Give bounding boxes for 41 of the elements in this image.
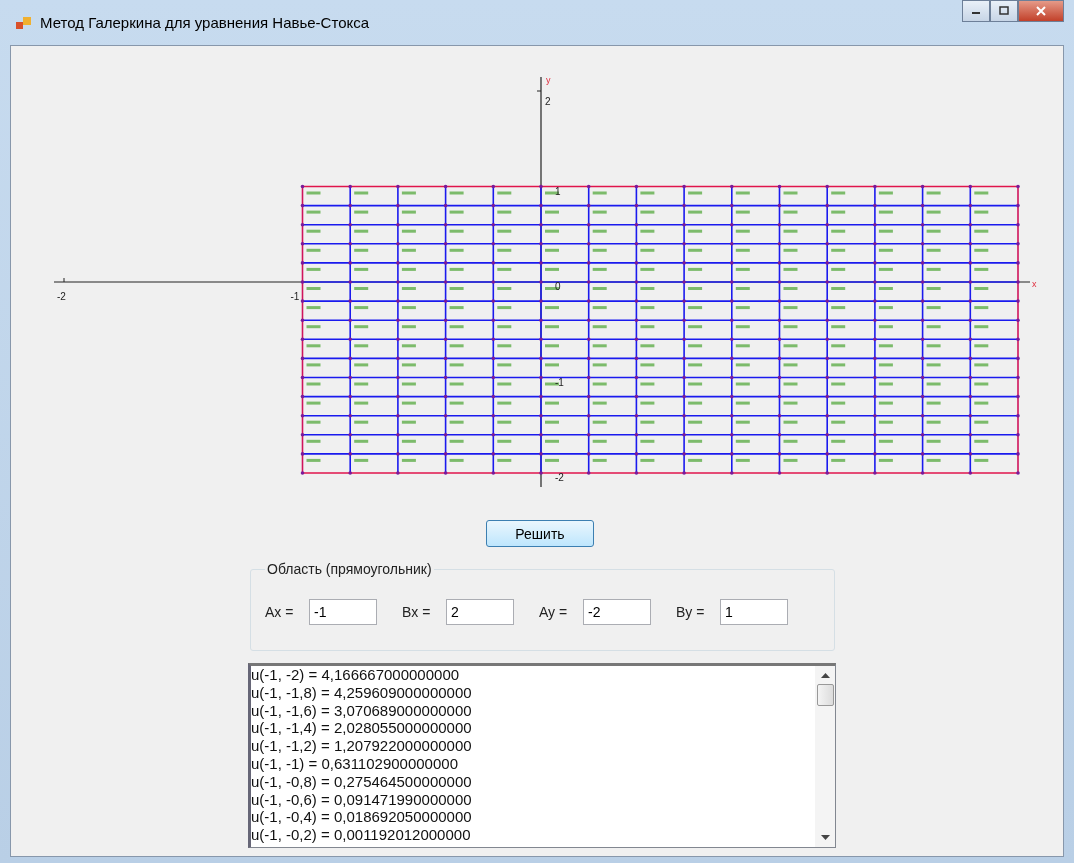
axis-label: y (546, 75, 551, 85)
result-line: u(-1, -1,2) = 1,207922000000000 (251, 737, 473, 755)
result-line: u(-1, -2) = 4,166667000000000 (251, 666, 461, 684)
app-icon (16, 15, 32, 30)
window-title: Метод Галеркина для уравнения Навье-Стокса (40, 14, 370, 31)
result-line: u(-1, -1,4) = 2,028055000000000 (251, 719, 473, 738)
field-label: Ax = (265, 604, 295, 620)
result-line: u(-1, -0,8) = 0,275464500000000 (251, 772, 473, 791)
close-button[interactable] (1018, 0, 1064, 22)
input-field[interactable]: -2 (583, 599, 651, 625)
axis-label: x (1032, 279, 1037, 289)
field-label: Ay = (539, 604, 569, 620)
result-line: u(-1, -0,4) = 0,018692050000000 (251, 808, 473, 827)
solve-button[interactable]: Решить (486, 520, 594, 547)
result-line: u(-1, -1,8) = 4,259609000000000 (251, 683, 473, 702)
maximize-button[interactable] (990, 0, 1018, 22)
tick-label: -2 (555, 472, 564, 483)
tick-label: -2 (57, 291, 66, 302)
minimize-button[interactable] (962, 0, 990, 22)
tick-label: -1 (555, 376, 564, 388)
scrollbar[interactable] (815, 666, 835, 847)
input-field[interactable]: 1 (720, 599, 788, 625)
tick-label: -1 (290, 291, 300, 302)
result-line: u(-1, -0,6) = 0,091471990000000 (251, 790, 473, 809)
tick-label: 0 (555, 281, 561, 292)
tick-label: 1 (555, 185, 561, 197)
tick-label: 2 (545, 96, 551, 107)
input-field[interactable]: 2 (446, 599, 514, 625)
scroll-up-icon (820, 672, 830, 678)
input-field[interactable]: -1 (309, 599, 377, 625)
result-line: u(-1, -0,2) = 0,001192012000000 (251, 826, 472, 844)
scroll-thumb[interactable] (816, 684, 834, 706)
group-title: Область (прямоугольник) (266, 561, 433, 577)
results-list[interactable] (248, 663, 836, 848)
field-label: Bx = (402, 604, 432, 620)
result-line: u(-1, -1) = 0,631102900000000 (251, 755, 459, 773)
close-icon (1035, 6, 1047, 16)
result-line: u(-1, -1,6) = 3,070689000000000 (251, 701, 473, 720)
maximize-icon (998, 6, 1010, 16)
scroll-down-icon (820, 835, 830, 841)
field-label: By = (676, 604, 706, 620)
